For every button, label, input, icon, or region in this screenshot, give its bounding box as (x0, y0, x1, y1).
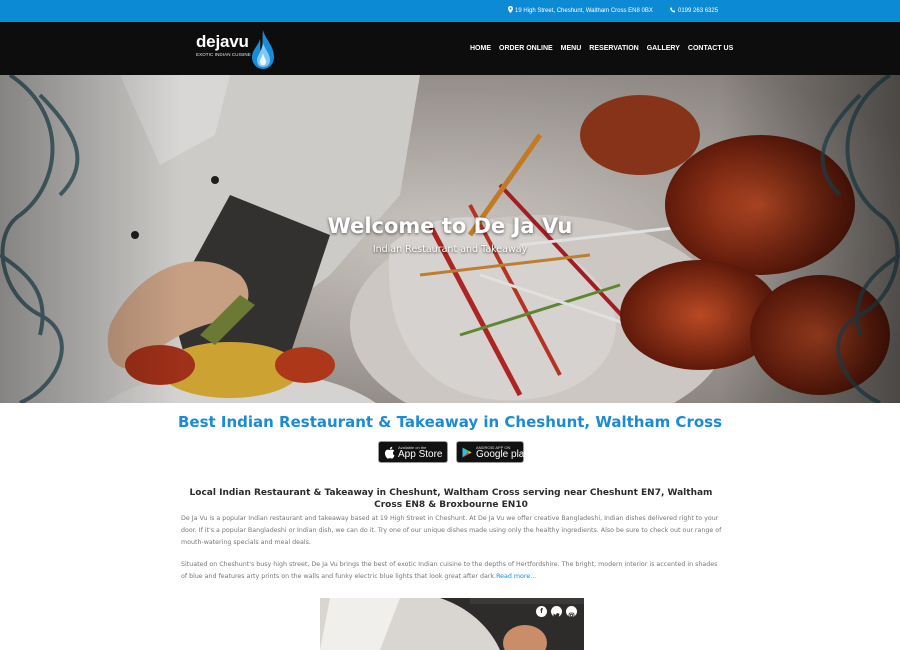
google-play-label: Google play (476, 449, 530, 460)
main-nav: HOME ORDER ONLINE MENU RESERVATION GALLE… (470, 22, 733, 75)
facebook-icon[interactable]: f (536, 606, 547, 617)
nav-gallery[interactable]: GALLERY (647, 45, 680, 52)
description-paragraph: Situated on Cheshunt's busy high street,… (181, 559, 723, 583)
logo-wordmark: dejavu (196, 32, 249, 51)
hero-title: Welcome to De Ja Vu (327, 214, 573, 238)
page-title: Best Indian Restaurant & Takeaway in Che… (177, 413, 723, 431)
flame-drop-icon (252, 30, 274, 69)
hero-subtitle: Indian Restaurant and Takeaway (372, 244, 528, 255)
twitter-icon[interactable] (551, 606, 562, 619)
instagram-icon[interactable] (566, 606, 577, 619)
app-store-label: App Store (398, 449, 443, 460)
hero-background-image (0, 75, 900, 403)
apple-icon (384, 446, 395, 459)
section-heading: Local Indian Restaurant & Takeaway in Ch… (189, 488, 713, 510)
instagram-glyph (568, 612, 575, 619)
nav-home[interactable]: HOME (470, 45, 491, 52)
logo-tagline: EXOTIC INDIAN CUISINE (196, 52, 251, 57)
phone-text: 0199 263 6325 (678, 8, 719, 14)
nav-reservation[interactable]: RESERVATION (589, 45, 638, 52)
site-logo[interactable]: dejavu EXOTIC INDIAN CUISINE (195, 29, 285, 71)
nav-order-online[interactable]: ORDER ONLINE (499, 45, 553, 52)
nav-contact-us[interactable]: CONTACT US (688, 45, 733, 52)
twitter-bird-glyph (553, 613, 560, 619)
google-play-icon (462, 447, 472, 458)
top-info-bar: 19 High Street, Cheshunt, Waltham Cross … (0, 0, 900, 22)
address-info: 19 High Street, Cheshunt, Waltham Cross … (508, 0, 653, 22)
site-header: dejavu EXOTIC INDIAN CUISINE HOME ORDER … (0, 22, 900, 75)
description-text: Situated on Cheshunt's busy high street,… (181, 561, 718, 580)
intro-paragraph: De Ja Vu is a popular Indian restaurant … (181, 515, 722, 546)
hero-banner: Welcome to De Ja Vu Indian Restaurant an… (0, 75, 900, 403)
chef-photo: f (320, 598, 584, 650)
nav-menu[interactable]: MENU (561, 45, 582, 52)
phone-icon (670, 7, 676, 13)
app-store-button[interactable]: Available on the App Store (378, 441, 448, 463)
phone-info[interactable]: 0199 263 6325 (670, 0, 718, 22)
read-more-link[interactable]: Read more... (496, 573, 536, 580)
address-text: 19 High Street, Cheshunt, Waltham Cross … (515, 8, 653, 14)
map-marker-icon (508, 6, 513, 13)
google-play-button[interactable]: ANDROID APP ON Google play (456, 441, 529, 463)
